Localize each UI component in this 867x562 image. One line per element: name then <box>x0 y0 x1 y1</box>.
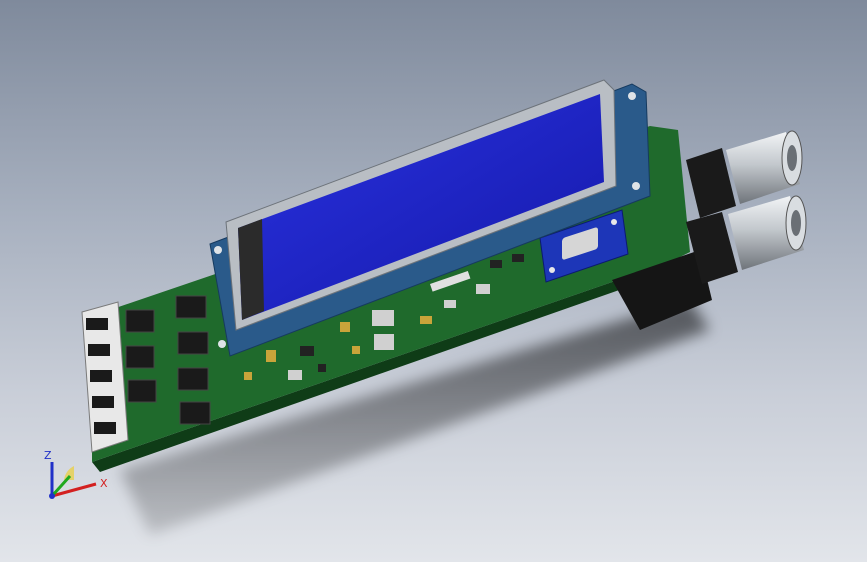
pcb-model-scene[interactable] <box>0 0 867 562</box>
lcd-screen-dark-edge <box>238 219 264 320</box>
lcd-mount-hole <box>632 182 640 190</box>
x-axis-label: X <box>100 477 108 490</box>
3d-viewport[interactable]: Z X <box>0 0 867 562</box>
triad-origin-icon <box>49 493 55 499</box>
z-axis-label: Z <box>44 449 52 462</box>
view-orientation-triad[interactable]: Z X <box>30 440 120 510</box>
lcd-mount-hole <box>218 340 226 348</box>
lcd-mount-hole <box>214 246 222 254</box>
lcd-mount-hole <box>628 92 636 100</box>
